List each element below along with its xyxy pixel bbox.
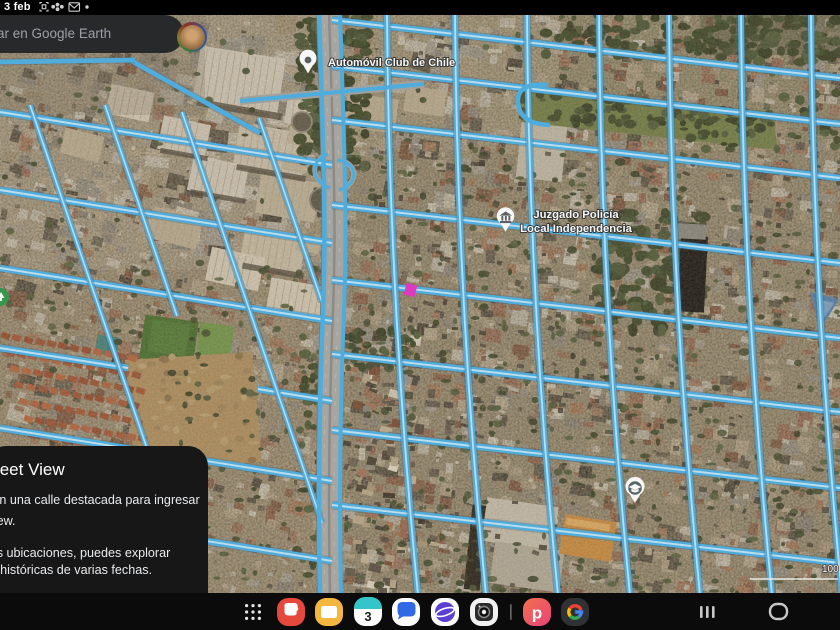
svg-text:100 m: 100 m <box>822 564 840 575</box>
svg-text:p: p <box>532 604 542 623</box>
svg-text:Juzgado Policía: Juzgado Policía <box>533 209 619 221</box>
svg-text:Local Independencia: Local Independencia <box>520 223 632 235</box>
svg-text:Automóvil Club de Chile: Automóvil Club de Chile <box>328 57 455 69</box>
svg-text:3: 3 <box>364 609 371 624</box>
